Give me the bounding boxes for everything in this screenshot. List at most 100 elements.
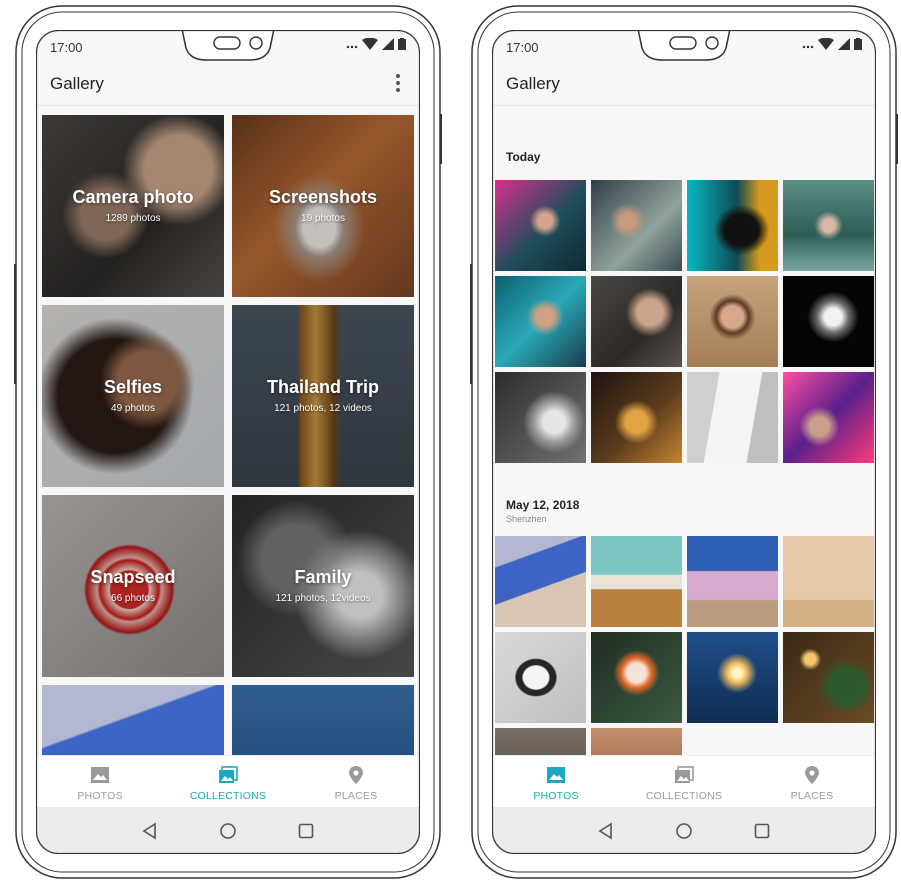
album-selfies[interactable]: Selfies 49 photos xyxy=(42,305,224,487)
nav-photos-label: PHOTOS xyxy=(533,790,579,802)
status-icons xyxy=(802,38,862,50)
status-bar: 17:00 xyxy=(36,30,420,62)
album-family[interactable]: Family 121 photos, 12videos xyxy=(232,495,414,677)
album-name: Snapseed xyxy=(90,567,176,587)
bottom-nav: PHOTOS COLLECTIONS PLACES xyxy=(492,755,876,807)
bottom-nav: PHOTOS COLLECTIONS PLACES xyxy=(36,755,420,807)
photo-icon xyxy=(91,767,109,783)
photo-thumbnail[interactable] xyxy=(495,372,586,463)
collections-icon xyxy=(219,766,238,783)
album-thailand-trip[interactable]: Thailand Trip 121 photos, 12 videos xyxy=(232,305,414,487)
nav-collections-label: COLLECTIONS xyxy=(645,790,723,802)
album-count: 121 photos, 12videos xyxy=(275,593,371,604)
album-name: Screenshots xyxy=(268,187,378,207)
home-icon[interactable] xyxy=(218,821,238,841)
album-count: 121 photos, 12 videos xyxy=(274,403,372,414)
status-bar: 17:00 xyxy=(492,30,876,62)
signal-icon xyxy=(382,38,394,50)
nav-photos[interactable]: PHOTOS xyxy=(492,756,620,808)
photo-thumbnail[interactable] xyxy=(591,180,682,271)
collections-icon xyxy=(675,766,694,783)
system-nav-bar xyxy=(36,807,420,854)
album-cover xyxy=(42,685,224,755)
nav-collections[interactable]: COLLECTIONS xyxy=(164,756,292,808)
photo-thumbnail[interactable] xyxy=(591,632,682,723)
back-icon[interactable] xyxy=(140,821,160,841)
photo-thumbnail[interactable] xyxy=(591,536,682,627)
album-count: 19 photos xyxy=(301,213,345,224)
album-count: 1289 photos xyxy=(105,213,161,224)
photo-thumbnail[interactable] xyxy=(783,180,874,271)
status-time: 17:00 xyxy=(50,40,83,55)
app-bar: Gallery xyxy=(36,62,420,106)
photo-thumbnail[interactable] xyxy=(783,372,874,463)
photo-thumbnail[interactable] xyxy=(687,372,778,463)
photos-timeline: Today May 12, 2018 Shenzhen xyxy=(492,107,876,755)
album-snapseed[interactable]: Snapseed 66 photos xyxy=(42,495,224,677)
photo-thumbnail[interactable] xyxy=(783,536,874,627)
nav-places-label: PLACES xyxy=(334,790,378,802)
place-pin-icon xyxy=(349,766,363,784)
album-count: 49 photos xyxy=(111,403,155,414)
collections-grid: Camera photo 1289 photos Screenshots 19 … xyxy=(36,107,420,755)
app-bar: Gallery xyxy=(492,62,876,106)
phone-photos: 17:00 Gallery Today May 12, 2018 Shenzhe… xyxy=(470,4,898,880)
page-title: Gallery xyxy=(506,74,560,93)
photo-thumbnail[interactable] xyxy=(783,276,874,367)
more-vert-icon[interactable] xyxy=(388,72,408,94)
photo-thumbnail[interactable] xyxy=(687,180,778,271)
nav-places[interactable]: PLACES xyxy=(292,756,420,808)
album-screenshots[interactable]: Screenshots 19 photos xyxy=(232,115,414,297)
photo-thumbnail[interactable] xyxy=(687,276,778,367)
album-cover xyxy=(232,685,414,755)
notification-dots-icon xyxy=(802,45,814,49)
photo-thumbnail[interactable] xyxy=(495,536,586,627)
photo-thumbnail[interactable] xyxy=(495,180,586,271)
photo-thumbnail[interactable] xyxy=(495,632,586,723)
photo-thumbnail[interactable] xyxy=(783,632,874,723)
photo-thumbnail[interactable] xyxy=(687,632,778,723)
photo-thumbnail[interactable] xyxy=(687,536,778,627)
back-icon[interactable] xyxy=(596,821,616,841)
battery-icon xyxy=(398,38,406,50)
nav-photos[interactable]: PHOTOS xyxy=(36,756,164,808)
album-name: Family xyxy=(294,567,352,587)
page-title: Gallery xyxy=(50,74,104,93)
screen: 17:00 Gallery Today May 12, 2018 Shenzhe… xyxy=(492,30,876,854)
photo-thumbnail[interactable] xyxy=(495,276,586,367)
system-nav-bar xyxy=(492,807,876,854)
photo-thumbnail[interactable] xyxy=(495,728,586,755)
status-time: 17:00 xyxy=(506,40,539,55)
screen: 17:00 Gallery Camera photo 1289 photos S… xyxy=(36,30,420,854)
photo-thumbnail[interactable] xyxy=(591,372,682,463)
recents-icon[interactable] xyxy=(752,821,772,841)
photo-thumbnail[interactable] xyxy=(591,276,682,367)
wifi-icon xyxy=(362,38,378,50)
place-pin-icon xyxy=(805,766,819,784)
section-title-today: Today xyxy=(506,150,541,164)
photo-thumbnail[interactable] xyxy=(591,728,682,755)
section-subtitle-location: Shenzhen xyxy=(506,514,547,524)
album-count: 66 photos xyxy=(111,593,155,604)
nav-collections-label: COLLECTIONS xyxy=(189,790,267,802)
nav-photos-label: PHOTOS xyxy=(77,790,123,802)
album-tile-partial[interactable] xyxy=(232,685,414,755)
section-title-date: May 12, 2018 xyxy=(506,498,580,512)
recents-icon[interactable] xyxy=(296,821,316,841)
nav-collections[interactable]: COLLECTIONS xyxy=(620,756,748,808)
signal-icon xyxy=(838,38,850,50)
phone-collections: 17:00 Gallery Camera photo 1289 photos S… xyxy=(14,4,442,880)
nav-places[interactable]: PLACES xyxy=(748,756,876,808)
nav-places-label: PLACES xyxy=(790,790,834,802)
battery-icon xyxy=(854,38,862,50)
album-name: Camera photo xyxy=(72,187,194,207)
album-camera-photo[interactable]: Camera photo 1289 photos xyxy=(42,115,224,297)
album-name: Selfies xyxy=(103,377,163,397)
home-icon[interactable] xyxy=(674,821,694,841)
photo-icon xyxy=(547,767,565,783)
album-name: Thailand Trip xyxy=(266,377,379,397)
notification-dots-icon xyxy=(346,45,358,49)
album-tile-partial[interactable] xyxy=(42,685,224,755)
status-icons xyxy=(346,38,406,50)
wifi-icon xyxy=(818,38,834,50)
